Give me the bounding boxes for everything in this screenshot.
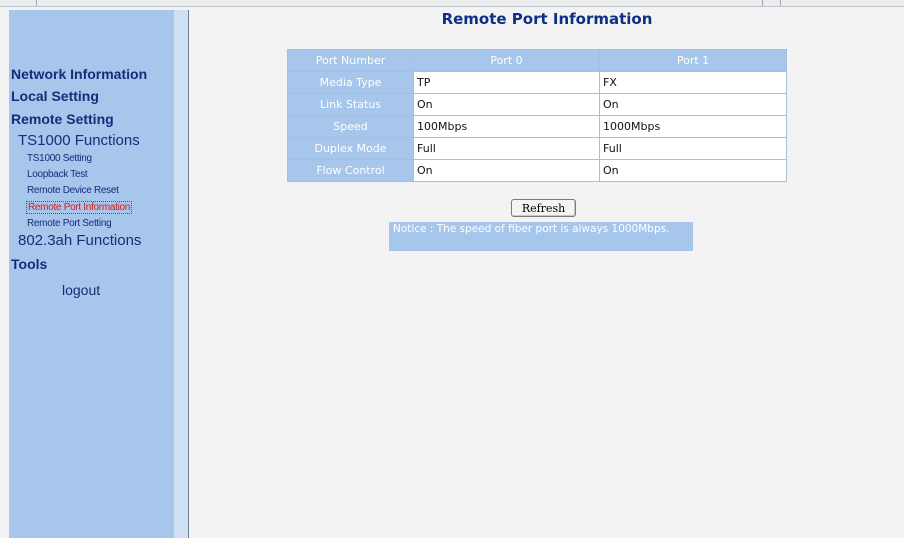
notice-message: Notice : The speed of fiber port is alwa… [389,222,693,251]
port0-value: On [413,93,600,116]
port0-value: TP [413,71,600,94]
column-header: Port Number [287,49,414,72]
sidebar-item-8023ah-functions[interactable]: 802.3ah Functions [18,232,141,249]
row-label: Media Type [287,71,414,94]
top-edge-tick [36,0,37,6]
window-top-edge [0,0,904,7]
row-label: Duplex Mode [287,137,414,160]
sidebar-divider [174,10,189,538]
sidebar-item-network-information[interactable]: Network Information [11,66,147,82]
sidebar-item-loopback-test[interactable]: Loopback Test [27,169,88,180]
table-row: Speed 100Mbps 1000Mbps [287,115,787,138]
refresh-button[interactable]: Refresh [511,199,576,217]
port1-value: On [599,159,787,182]
sidebar-item-remote-port-information[interactable]: Remote Port Information [26,201,133,214]
table-row: Link Status On On [287,93,787,116]
row-label: Flow Control [287,159,414,182]
port1-value: 1000Mbps [599,115,787,138]
port1-value: Full [599,137,787,160]
sidebar-item-remote-setting[interactable]: Remote Setting [11,111,114,127]
port0-value: On [413,159,600,182]
sidebar-item-tools[interactable]: Tools [11,256,47,272]
sidebar-item-remote-port-setting[interactable]: Remote Port Setting [27,218,112,229]
table-header-row: Port Number Port 0 Port 1 [287,49,787,72]
remote-port-table: Port Number Port 0 Port 1 Media Type TP … [287,49,787,182]
sidebar-item-remote-device-reset[interactable]: Remote Device Reset [27,185,119,196]
sidebar-item-local-setting[interactable]: Local Setting [11,88,99,104]
port0-value: 100Mbps [413,115,600,138]
top-edge-tick [762,0,763,6]
port1-value: On [599,93,787,116]
page-title: Remote Port Information [441,10,653,28]
table-row: Flow Control On On [287,159,787,182]
table-row: Duplex Mode Full Full [287,137,787,160]
port0-value: Full [413,137,600,160]
top-edge-tick [780,0,781,6]
sidebar-item-ts1000-setting[interactable]: TS1000 Setting [27,153,92,164]
port1-value: FX [599,71,787,94]
sidebar-item-ts1000-functions[interactable]: TS1000 Functions [18,132,140,149]
row-label: Speed [287,115,414,138]
table-row: Media Type TP FX [287,71,787,94]
column-header: Port 0 [413,49,600,72]
row-label: Link Status [287,93,414,116]
column-header: Port 1 [599,49,787,72]
sidebar-item-logout[interactable]: logout [62,282,100,298]
